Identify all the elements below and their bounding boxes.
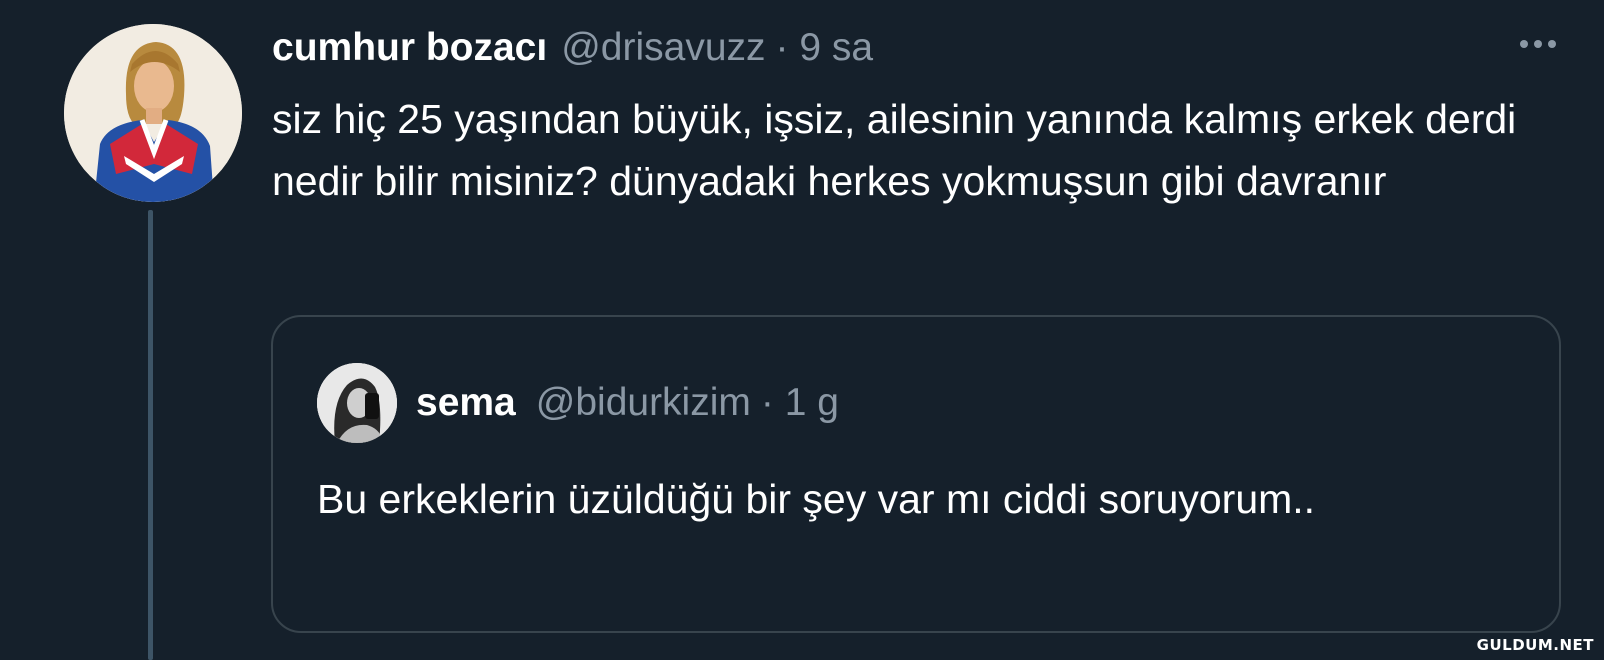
quoted-author-name[interactable]: sema [416, 381, 516, 425]
quoted-tweet[interactable]: sema @bidurkizim · 1 g Bu erkeklerin üzü… [271, 315, 1561, 633]
quoted-tweet-text: Bu erkeklerin üzüldüğü bir şey var mı ci… [317, 476, 1316, 522]
quoted-author-avatar[interactable] [317, 363, 397, 443]
author-avatar[interactable] [64, 24, 242, 202]
more-dot [1548, 40, 1556, 48]
quoted-tweet-header: sema @bidurkizim · 1 g [416, 375, 839, 431]
author-name[interactable]: cumhur bozacı [272, 26, 547, 70]
quoted-author-handle[interactable]: @bidurkizim [536, 381, 751, 425]
author-handle[interactable]: @drisavuzz [561, 26, 765, 70]
more-dot [1520, 40, 1528, 48]
more-dot [1534, 40, 1542, 48]
quoted-tweet-time[interactable]: · 1 g [761, 381, 839, 425]
avatar-image [64, 24, 242, 202]
tweet-text: siz hiç 25 yaşından büyük, işsiz, ailesi… [272, 96, 1517, 204]
more-icon[interactable] [1520, 40, 1556, 48]
thread-line [148, 210, 153, 660]
quoted-avatar-image [317, 363, 397, 443]
tweet-header: cumhur bozacı @drisavuzz · 9 sa [272, 24, 873, 72]
tweet-time[interactable]: · 9 sa [776, 26, 874, 70]
watermark: GULDUM.NET [1476, 636, 1594, 654]
